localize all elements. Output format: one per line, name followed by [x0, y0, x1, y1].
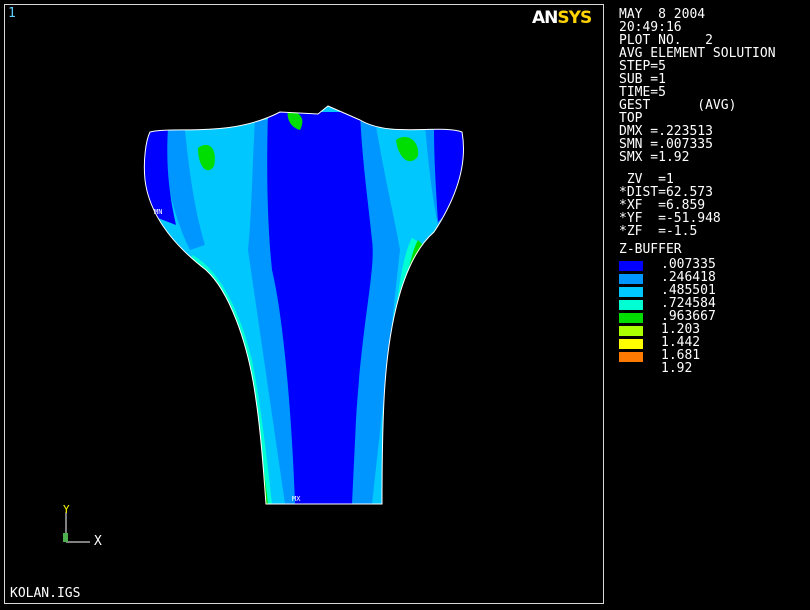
legend-swatch: [619, 261, 643, 271]
legend-swatch: [619, 313, 643, 323]
zf-line: *ZF =-1.5: [619, 224, 698, 239]
legend-swatch: [619, 326, 643, 336]
legend-swatch: [619, 352, 643, 362]
min-label: MN: [154, 208, 162, 216]
legend-swatch: [619, 274, 643, 284]
triad-x-label: X: [94, 534, 102, 549]
triad-y-label: Y: [63, 503, 70, 516]
legend-title: Z-BUFFER: [619, 242, 682, 257]
smx-line: SMX =1.92: [619, 150, 690, 165]
max-label: MX: [292, 495, 301, 503]
legend-swatch: [619, 339, 643, 349]
info-panel: MAY 8 2004 20:49:16 PLOT NO. 2 AVG ELEME…: [619, 8, 776, 238]
triad-origin: [63, 533, 68, 542]
filename-label: KOLAN.IGS: [10, 586, 81, 601]
contour-model: MN MX X Y: [63, 105, 464, 549]
contour-band-red-right: [406, 240, 460, 504]
legend-swatch: [619, 287, 643, 297]
legend-swatch: [619, 300, 643, 310]
legend-value: 1.92: [661, 361, 693, 376]
contour-band-orange-right: [400, 248, 436, 504]
contour-band-blue-right: [434, 128, 464, 222]
gest-line: GEST (AVG): [619, 98, 737, 113]
